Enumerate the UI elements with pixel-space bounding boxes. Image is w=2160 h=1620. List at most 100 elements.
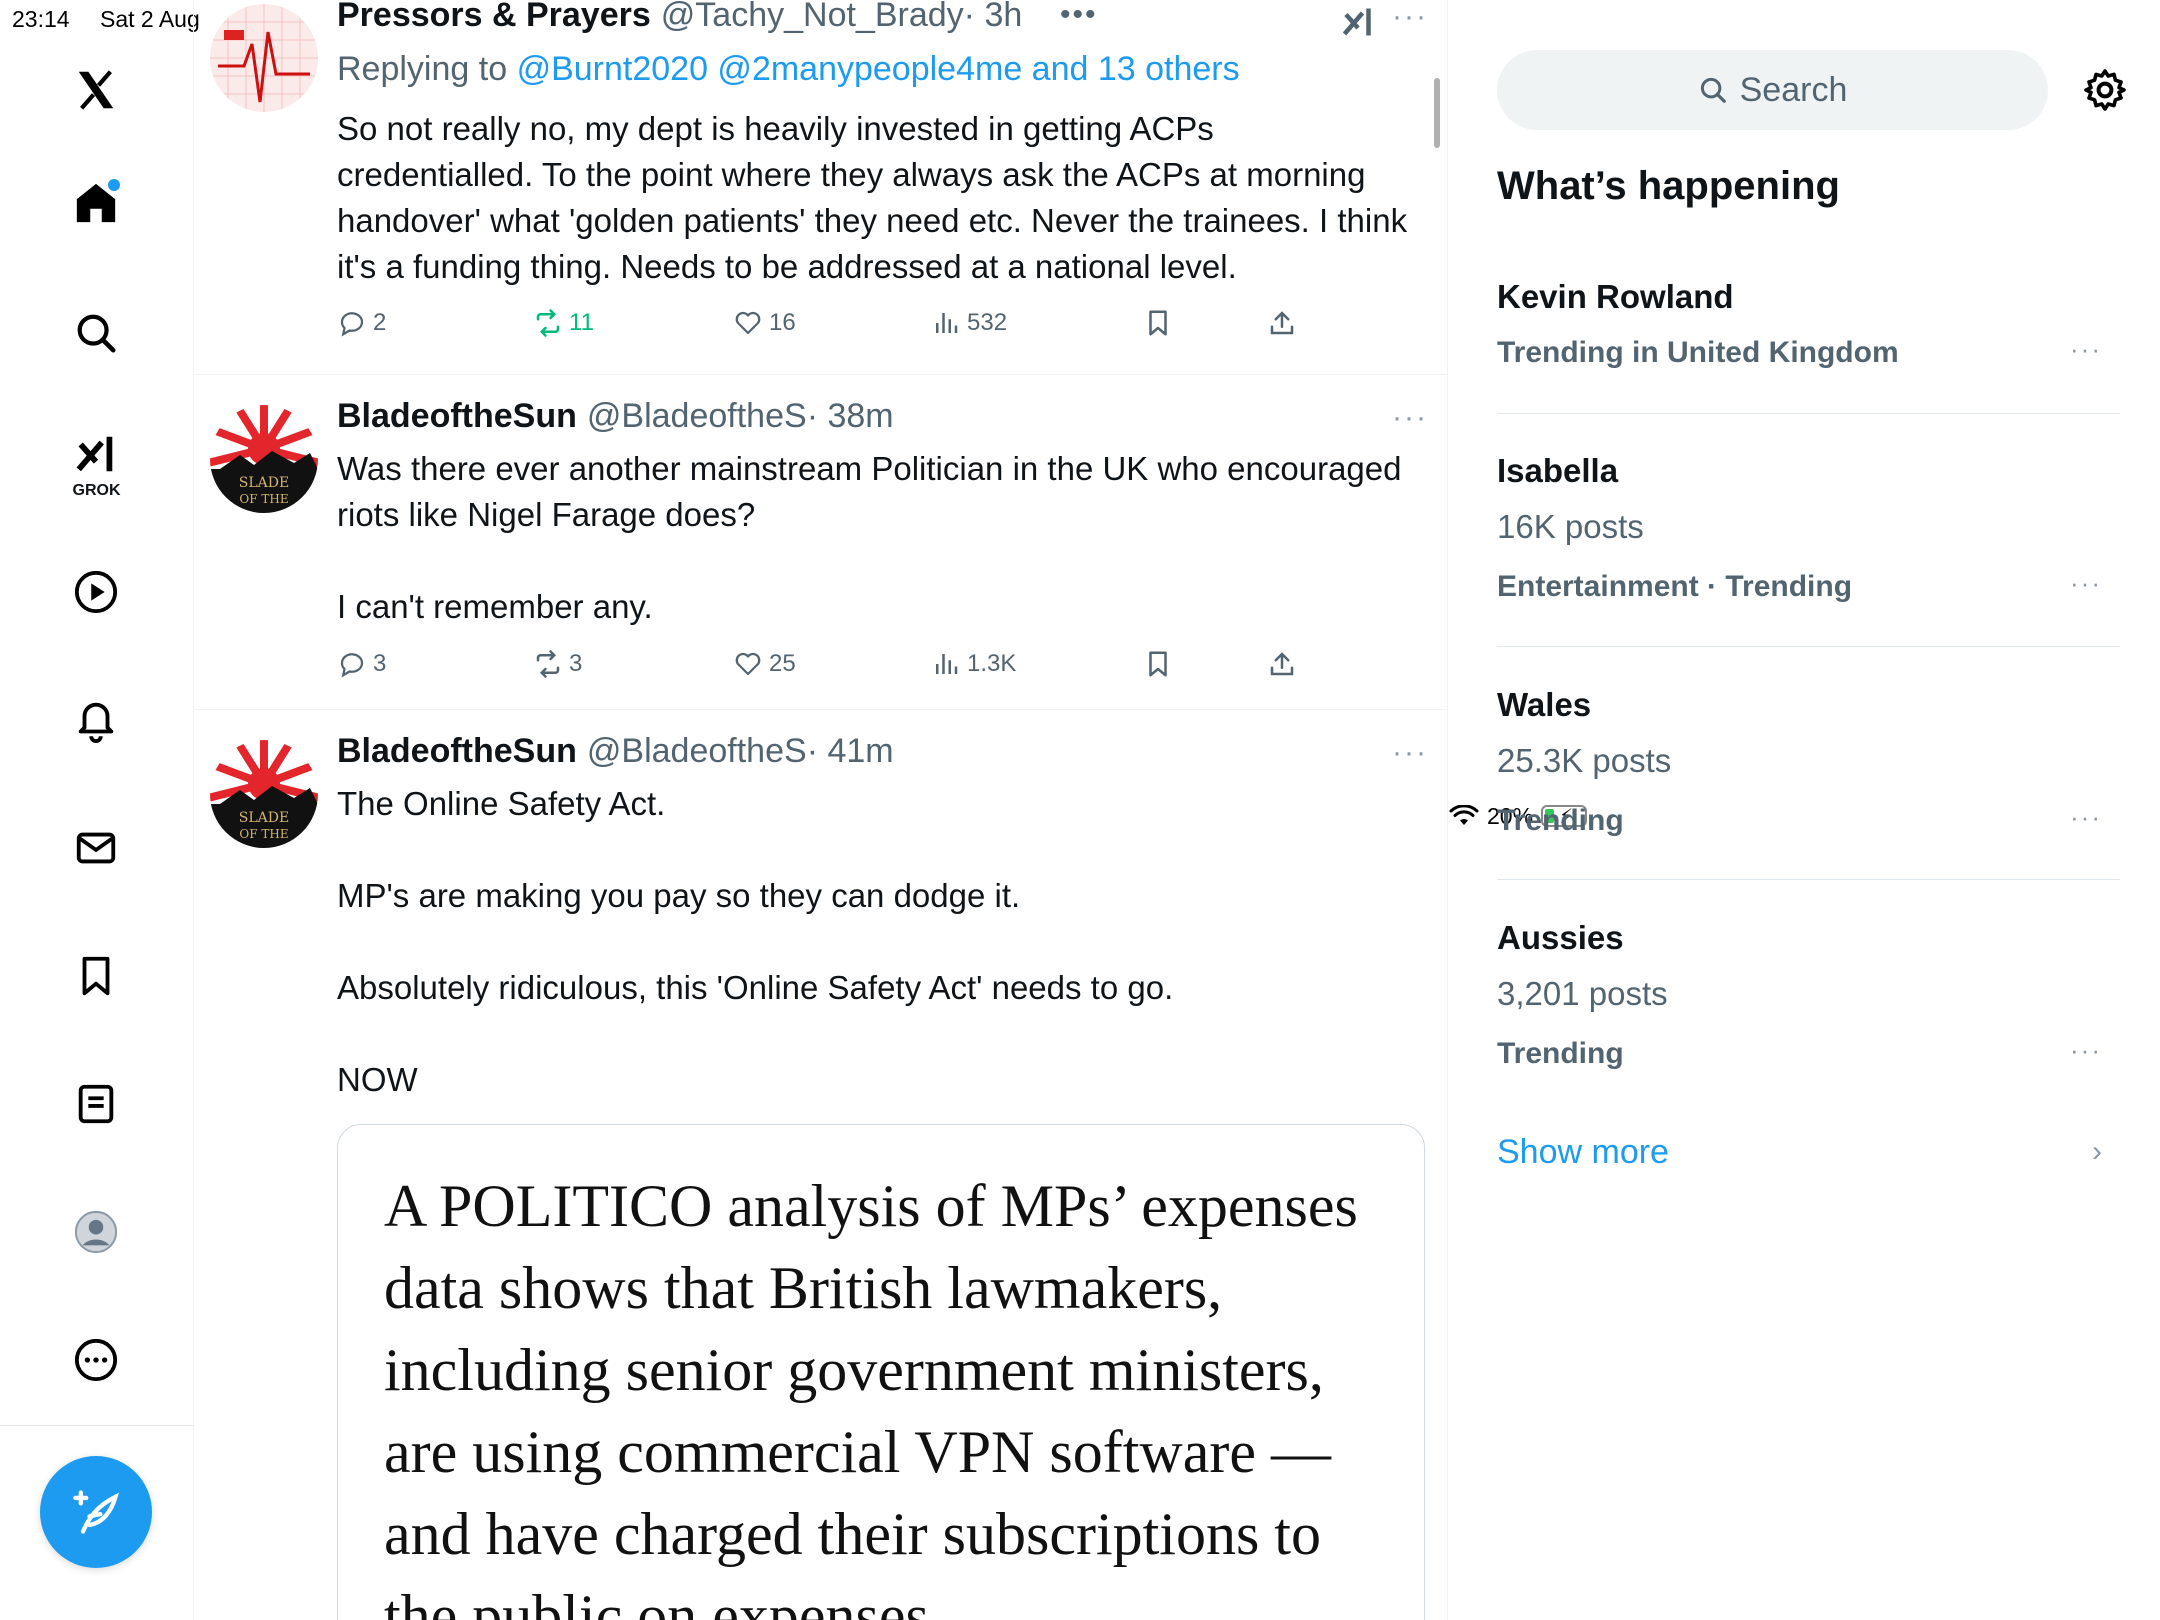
whats-happening-title: What’s happening	[1497, 164, 1840, 208]
like-count: 25	[769, 650, 796, 677]
sidebar-nav: GROK	[0, 0, 194, 1620]
sidebar-item-lists[interactable]	[60, 1068, 132, 1140]
gear-icon[interactable]	[2081, 66, 2129, 114]
compose-post-button[interactable]	[40, 1456, 152, 1568]
replying-prefix: Replying to	[337, 50, 508, 88]
mail-icon	[76, 832, 116, 864]
tweet-text: So not really no, my dept is heavily inv…	[337, 110, 1417, 285]
share-icon	[1270, 652, 1294, 676]
trend-item[interactable]: Wales 25.3K posts Trending ···	[1497, 686, 2120, 846]
views-button[interactable]: 1.3K	[931, 649, 1016, 679]
bookmark-button[interactable]	[1143, 649, 1173, 679]
tweet[interactable]: SLADE OF THE BladeoftheSun @BladeoftheS ·…	[194, 710, 1447, 1620]
share-button[interactable]	[1267, 649, 1297, 679]
trend-name: Isabella	[1497, 452, 1619, 489]
tweet-more-icon[interactable]: •••	[1060, 0, 1098, 32]
search-icon	[77, 314, 116, 353]
card-quote-text: A POLITICO analysis of MPs’ expenses dat…	[384, 1173, 1358, 1620]
tweet[interactable]: Pressors & Prayers @Tachy_Not_Brady · 3h…	[194, 0, 1447, 375]
views-chart-icon	[936, 654, 958, 674]
trend-more-icon[interactable]: ···	[2070, 334, 2102, 365]
sidebar-item-grok[interactable]	[60, 418, 132, 490]
sidebar-item-notifications[interactable]	[60, 684, 132, 756]
bookmark-icon	[1149, 310, 1167, 336]
chevron-right-icon: ›	[2092, 1135, 2102, 1168]
sidebar-item-profile[interactable]	[60, 1196, 132, 1268]
list-icon	[78, 1084, 114, 1124]
home-notification-dot	[108, 179, 120, 191]
heart-icon	[735, 652, 761, 676]
sidebar-item-video[interactable]	[60, 556, 132, 628]
sidebar-divider	[0, 1425, 194, 1426]
replying-to-link[interactable]: @Burnt2020 @2manypeople4me and 13 others	[517, 50, 1240, 88]
tweet-time[interactable]: · 41m	[807, 732, 894, 771]
share-button[interactable]	[1267, 308, 1297, 338]
tweet-author-handle[interactable]: @BladeoftheS	[587, 732, 807, 771]
tweet-author-handle[interactable]: @BladeoftheS	[587, 397, 807, 436]
trend-category: Trending	[1497, 1037, 1624, 1070]
tweet-header: BladeoftheSun @BladeoftheS · 41m	[337, 732, 894, 771]
link-preview-card[interactable]: A POLITICO analysis of MPs’ expenses dat…	[337, 1124, 1425, 1620]
divider	[1497, 646, 2120, 647]
timeline-feed[interactable]: Pressors & Prayers @Tachy_Not_Brady · 3h…	[194, 0, 1448, 1620]
avatar[interactable]: SLADE OF THE	[210, 405, 318, 513]
trend-more-icon[interactable]: ···	[2070, 802, 2102, 833]
repost-icon	[536, 650, 560, 678]
views-button[interactable]: 532	[931, 308, 1007, 338]
sidebar-item-messages[interactable]	[60, 812, 132, 884]
trend-name: Wales	[1497, 686, 1592, 723]
trend-posts: 3,201 posts	[1497, 975, 1668, 1012]
right-sidebar: Search What’s happening Kevin Rowland Tr…	[1449, 0, 2160, 1620]
tweet-author-name[interactable]: Pressors & Prayers	[337, 0, 651, 35]
trend-item[interactable]: Isabella 16K posts Entertainment · Trend…	[1497, 452, 2120, 612]
bookmark-icon	[1149, 651, 1167, 677]
reply-button[interactable]: 3	[337, 649, 386, 679]
show-more-link[interactable]: Show more	[1497, 1133, 1669, 1172]
reply-icon	[340, 312, 364, 337]
trend-category: Trending	[1497, 804, 1624, 837]
search-placeholder: Search	[1739, 70, 1848, 109]
avatar[interactable]: SLADE OF THE	[210, 740, 318, 848]
repost-button[interactable]: 3	[533, 649, 582, 679]
trend-more-icon[interactable]: ···	[2070, 568, 2102, 599]
sidebar-item-home[interactable]	[60, 167, 132, 239]
trend-item[interactable]: Aussies 3,201 posts Trending ···	[1497, 919, 2120, 1079]
view-count: 1.3K	[967, 650, 1017, 677]
tweet-menu-icon[interactable]: ···	[1392, 736, 1428, 770]
sidebar-item-explore[interactable]	[60, 297, 132, 369]
tweet-time[interactable]: · 3h	[964, 0, 1023, 35]
tweet-menu-icon[interactable]: ···	[1392, 0, 1428, 34]
tweet-author-handle[interactable]: @Tachy_Not_Brady	[661, 0, 964, 35]
replying-to: Replying to @Burnt2020 @2manypeople4me a…	[337, 50, 1240, 89]
search-input[interactable]: Search	[1497, 50, 2048, 130]
svg-text:OF THE: OF THE	[239, 827, 288, 841]
bookmark-button[interactable]	[1143, 308, 1173, 338]
avatar[interactable]	[210, 4, 318, 112]
tweet-author-name[interactable]: BladeoftheSun	[337, 732, 577, 771]
trend-more-icon[interactable]: ···	[2070, 1035, 2102, 1066]
repost-count: 11	[569, 309, 594, 336]
tweet-menu-icon[interactable]: ···	[1392, 401, 1428, 435]
x-logo-icon[interactable]	[60, 54, 132, 126]
reply-icon	[340, 653, 364, 678]
tweet-author-name[interactable]: BladeoftheSun	[337, 397, 577, 436]
tweet[interactable]: SLADE OF THE BladeoftheSun @BladeoftheS ·…	[194, 375, 1447, 710]
reply-count: 2	[373, 309, 387, 336]
like-button[interactable]: 25	[733, 649, 796, 679]
views-chart-icon	[936, 313, 958, 333]
tweet-time[interactable]: · 38m	[807, 397, 894, 436]
bookmark-icon	[82, 956, 110, 996]
repost-button[interactable]: 11	[533, 308, 594, 338]
reply-button[interactable]: 2	[337, 308, 386, 338]
trend-name: Kevin Rowland	[1497, 278, 1734, 315]
view-count: 532	[967, 309, 1008, 336]
compose-feather-icon	[73, 1490, 119, 1534]
sidebar-item-bookmarks[interactable]	[60, 940, 132, 1012]
trend-category: Entertainment · Trending	[1497, 570, 1853, 603]
tweet-actions: 2 11 16 532	[337, 308, 1337, 348]
trend-item[interactable]: Kevin Rowland Trending in United Kingdom…	[1497, 278, 2120, 388]
divider	[1497, 413, 2120, 414]
sidebar-item-more[interactable]	[60, 1324, 132, 1396]
profile-avatar-icon	[74, 1210, 118, 1254]
like-button[interactable]: 16	[733, 308, 796, 338]
